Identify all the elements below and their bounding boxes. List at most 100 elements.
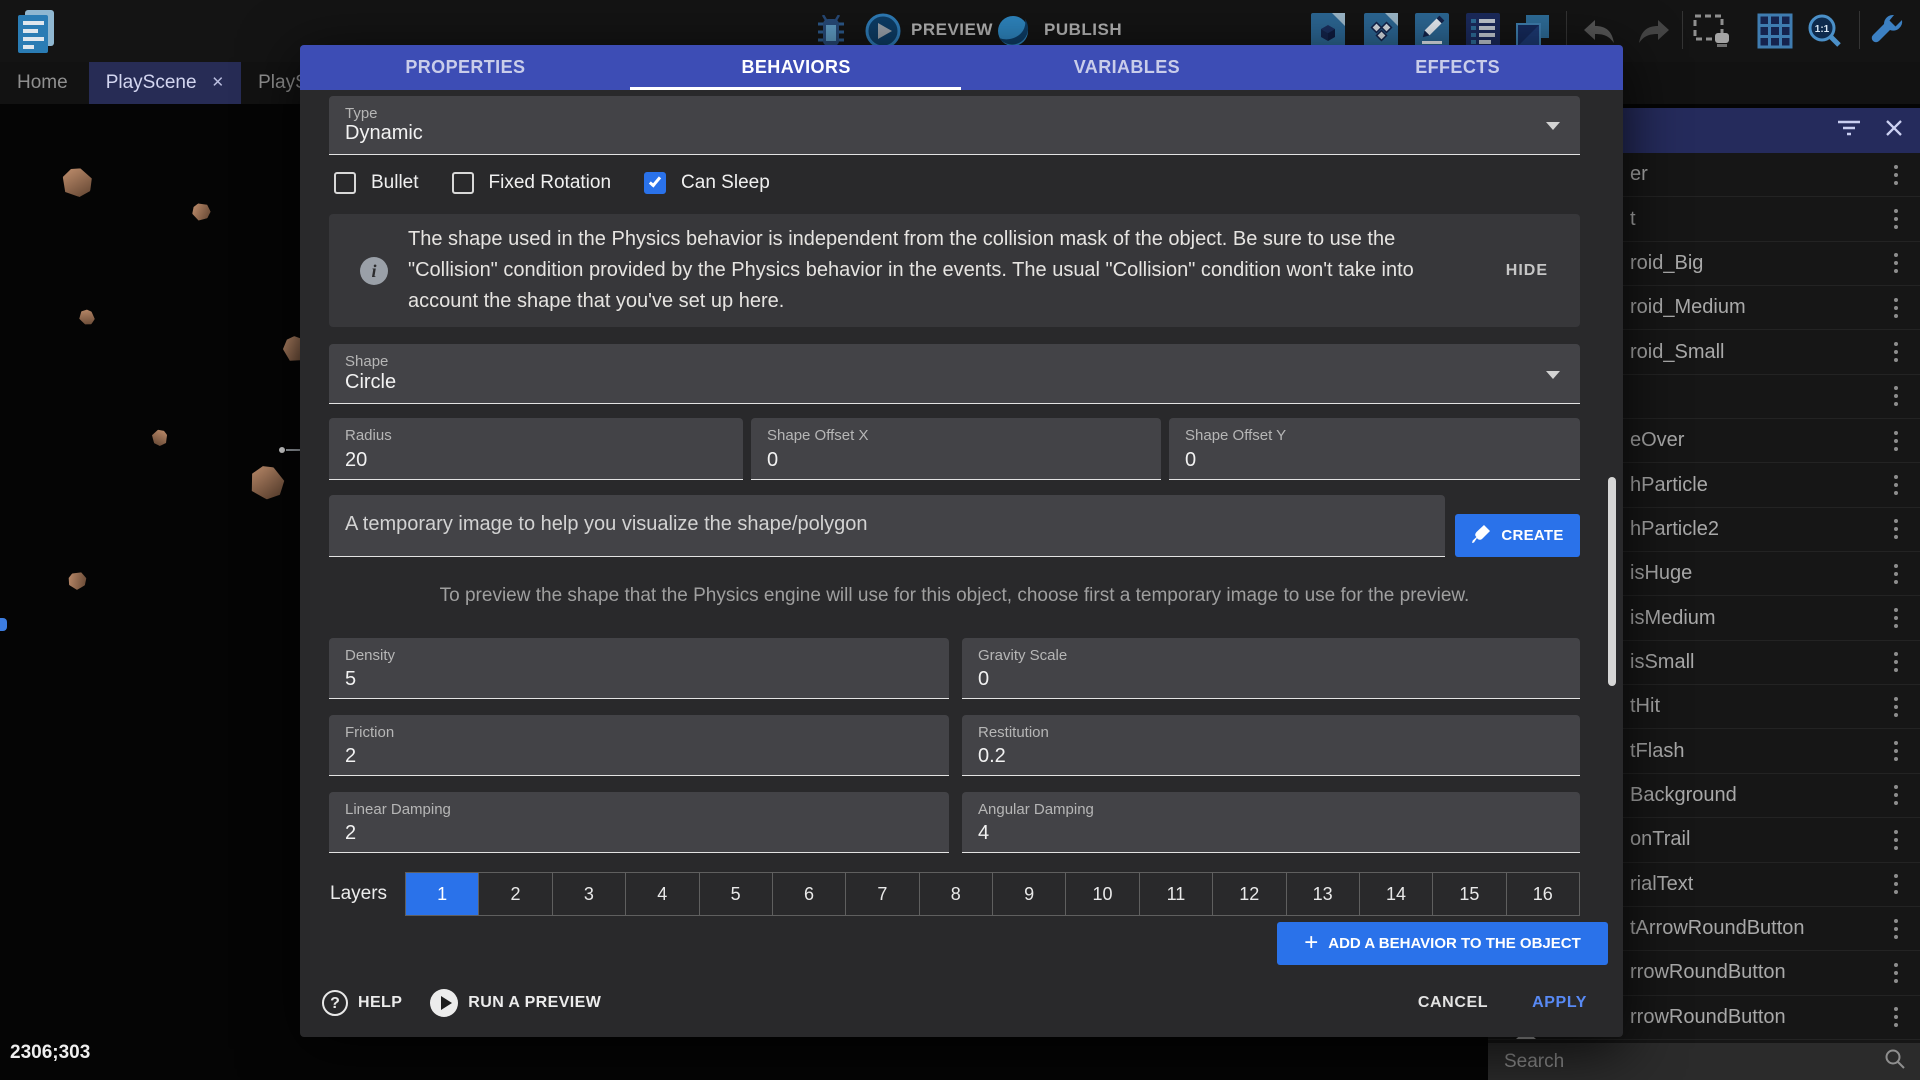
temp-image-value: A temporary image to help you visualize … <box>345 513 868 536</box>
layer-cell-9[interactable]: 9 <box>992 873 1065 915</box>
dialog-scrollbar[interactable] <box>1608 477 1616 686</box>
layer-cell-11[interactable]: 11 <box>1139 873 1212 915</box>
layer-cell-8[interactable]: 8 <box>919 873 992 915</box>
kebab-menu-icon[interactable] <box>1890 205 1902 233</box>
tab-behaviors[interactable]: BEHAVIORS <box>631 45 962 90</box>
edge-handle[interactable] <box>0 618 7 631</box>
kebab-menu-icon[interactable] <box>1890 560 1902 588</box>
gravity-scale-input[interactable] <box>978 668 1506 691</box>
tab-effects[interactable]: EFFECTS <box>1292 45 1623 90</box>
filter-icon[interactable] <box>1836 118 1862 143</box>
checkbox-can-sleep[interactable]: Can Sleep <box>644 172 770 194</box>
kebab-menu-icon[interactable] <box>1890 161 1902 189</box>
radius-input[interactable] <box>345 449 669 472</box>
kebab-menu-icon[interactable] <box>1890 781 1902 809</box>
checkbox-bullet[interactable]: Bullet <box>334 172 419 194</box>
shape-offset-x-input[interactable] <box>767 449 1087 472</box>
friction-input[interactable] <box>345 745 875 768</box>
shape-offset-y-input[interactable] <box>1185 449 1506 472</box>
tab-close-icon[interactable]: ✕ <box>212 62 225 104</box>
hide-button[interactable]: HIDE <box>1506 262 1548 280</box>
layer-cell-4[interactable]: 4 <box>625 873 698 915</box>
kebab-menu-icon[interactable] <box>1890 604 1902 632</box>
add-behavior-label: ADD A BEHAVIOR TO THE OBJECT <box>1328 935 1581 952</box>
layer-cell-12[interactable]: 12 <box>1212 873 1285 915</box>
kebab-menu-icon[interactable] <box>1890 915 1902 943</box>
layer-cell-13[interactable]: 13 <box>1286 873 1359 915</box>
layer-cell-16[interactable]: 16 <box>1506 873 1579 915</box>
checkbox-label: Can Sleep <box>681 172 770 194</box>
kebab-menu-icon[interactable] <box>1890 648 1902 676</box>
layer-cell-10[interactable]: 10 <box>1065 873 1138 915</box>
grid-icon[interactable] <box>1757 13 1793 54</box>
kebab-menu-icon[interactable] <box>1890 693 1902 721</box>
asteroid-sprite[interactable] <box>190 200 213 222</box>
type-select[interactable]: Type Dynamic <box>329 96 1580 155</box>
layer-cell-6[interactable]: 6 <box>772 873 845 915</box>
kebab-menu-icon[interactable] <box>1890 515 1902 543</box>
linear-damping-input[interactable] <box>345 822 875 845</box>
restitution-input[interactable] <box>978 745 1506 768</box>
layers-cells: 12345678910111213141516 <box>405 872 1580 916</box>
selection-mask-icon[interactable] <box>1692 13 1734 54</box>
asteroid-sprite[interactable] <box>150 427 170 447</box>
apply-button[interactable]: APPLY <box>1532 994 1587 1012</box>
asteroid-sprite[interactable] <box>245 460 289 503</box>
kebab-menu-icon[interactable] <box>1890 1003 1902 1031</box>
kebab-menu-icon[interactable] <box>1890 338 1902 366</box>
layer-cell-3[interactable]: 3 <box>552 873 625 915</box>
run-preview-button[interactable]: RUN A PREVIEW <box>430 989 601 1017</box>
density-input[interactable] <box>345 668 875 691</box>
tab-properties[interactable]: PROPERTIES <box>300 45 631 90</box>
kebab-menu-icon[interactable] <box>1890 826 1902 854</box>
object-label: rrowRoundButton <box>1630 1006 1890 1029</box>
preview-button[interactable]: PREVIEW <box>911 20 993 40</box>
tab-home[interactable]: Home <box>0 62 85 104</box>
checkbox-label: Fixed Rotation <box>489 172 612 194</box>
zoom-1-1-icon[interactable]: 1:1 <box>1806 13 1844 56</box>
kebab-menu-icon[interactable] <box>1890 870 1902 898</box>
asteroid-sprite[interactable] <box>65 568 89 592</box>
asteroid-sprite[interactable] <box>59 165 95 199</box>
info-note: i The shape used in the Physics behavior… <box>329 214 1580 327</box>
checkbox-box[interactable] <box>452 172 474 194</box>
angular-damping-input[interactable] <box>978 822 1506 845</box>
kebab-menu-icon[interactable] <box>1890 427 1902 455</box>
objects-search-input[interactable] <box>1504 1051 1884 1073</box>
help-circle-icon: ? <box>322 990 348 1016</box>
tab-playscene[interactable]: PlayScene ✕ <box>89 62 241 104</box>
layer-cell-15[interactable]: 15 <box>1432 873 1505 915</box>
kebab-menu-icon[interactable] <box>1890 471 1902 499</box>
selection-handle-dot[interactable] <box>279 447 285 453</box>
close-icon[interactable] <box>1884 118 1904 143</box>
asteroid-sprite[interactable] <box>76 306 97 327</box>
add-behavior-button[interactable]: + ADD A BEHAVIOR TO THE OBJECT <box>1277 922 1608 965</box>
layer-cell-14[interactable]: 14 <box>1359 873 1432 915</box>
checkbox-box[interactable] <box>334 172 356 194</box>
shape-select[interactable]: Shape Circle <box>329 344 1580 404</box>
object-label: tFlash <box>1630 740 1890 763</box>
object-label: Background <box>1630 784 1890 807</box>
temp-image-field[interactable]: A temporary image to help you visualize … <box>329 495 1445 557</box>
tools-wrench-icon[interactable] <box>1870 13 1906 54</box>
gravity-scale-label: Gravity Scale <box>978 647 1067 664</box>
help-button[interactable]: ? HELP <box>322 990 402 1016</box>
tab-variables[interactable]: VARIABLES <box>962 45 1293 90</box>
create-button[interactable]: CREATE <box>1455 514 1580 557</box>
checkbox-fixed-rotation[interactable]: Fixed Rotation <box>452 172 612 194</box>
publish-button[interactable]: PUBLISH <box>1044 20 1122 40</box>
layer-cell-2[interactable]: 2 <box>478 873 551 915</box>
kebab-menu-icon[interactable] <box>1890 959 1902 987</box>
checkbox-box[interactable] <box>644 172 666 194</box>
kebab-menu-icon[interactable] <box>1890 249 1902 277</box>
layer-cell-1[interactable]: 1 <box>406 873 478 915</box>
kebab-menu-icon[interactable] <box>1890 294 1902 322</box>
layer-cell-7[interactable]: 7 <box>845 873 918 915</box>
chevron-down-icon <box>1546 122 1560 130</box>
redo-icon[interactable] <box>1635 17 1673 52</box>
kebab-menu-icon[interactable] <box>1890 737 1902 765</box>
project-manager-icon[interactable] <box>14 8 58 59</box>
cancel-button[interactable]: CANCEL <box>1418 994 1488 1012</box>
kebab-menu-icon[interactable] <box>1890 382 1902 410</box>
layer-cell-5[interactable]: 5 <box>699 873 772 915</box>
